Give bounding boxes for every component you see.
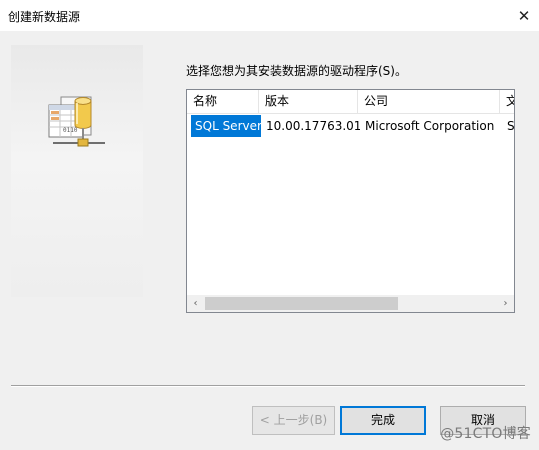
close-icon[interactable]: ✕ xyxy=(509,0,539,31)
svg-text:0110: 0110 xyxy=(63,127,78,134)
list-item[interactable]: SQL Server 10.00.17763.01 Microsoft Corp… xyxy=(187,115,514,137)
column-header-version[interactable]: 版本 xyxy=(259,90,358,114)
column-header-name[interactable]: 名称 xyxy=(187,90,259,114)
separator xyxy=(11,385,525,387)
watermark: @51CTO博客 xyxy=(440,426,531,442)
scroll-left-icon[interactable]: ‹ xyxy=(187,295,204,312)
wizard-side-panel: 0110 xyxy=(11,45,143,297)
finish-button[interactable]: 完成 xyxy=(340,406,426,435)
column-header-file[interactable]: 文 xyxy=(500,90,514,114)
list-header: 名称 版本 公司 文 xyxy=(187,90,514,114)
dialog-content: 0110 选择您想为其安装数据源的驱动程序(S)。 名称 版本 公司 文 SQL… xyxy=(0,31,539,450)
driver-name-cell: SQL Server xyxy=(191,115,261,137)
window-title: 创建新数据源 xyxy=(8,10,81,24)
driver-prompt-label: 选择您想为其安装数据源的驱动程序(S)。 xyxy=(186,64,407,78)
data-source-wizard-icon: 0110 xyxy=(48,96,105,147)
scroll-right-icon[interactable]: › xyxy=(497,295,514,312)
driver-version-cell: 10.00.17763.01 xyxy=(266,119,360,133)
back-button[interactable]: < 上一步(B) xyxy=(252,406,335,435)
horizontal-scrollbar[interactable]: ‹ › xyxy=(187,295,514,312)
title-bar: 创建新数据源 ✕ xyxy=(0,0,539,31)
driver-company-cell: Microsoft Corporation xyxy=(365,119,495,133)
driver-list[interactable]: 名称 版本 公司 文 SQL Server 10.00.17763.01 Mic… xyxy=(186,89,515,313)
driver-file-cell: S xyxy=(507,119,515,133)
scrollbar-thumb[interactable] xyxy=(205,297,398,310)
column-header-company[interactable]: 公司 xyxy=(358,90,500,114)
